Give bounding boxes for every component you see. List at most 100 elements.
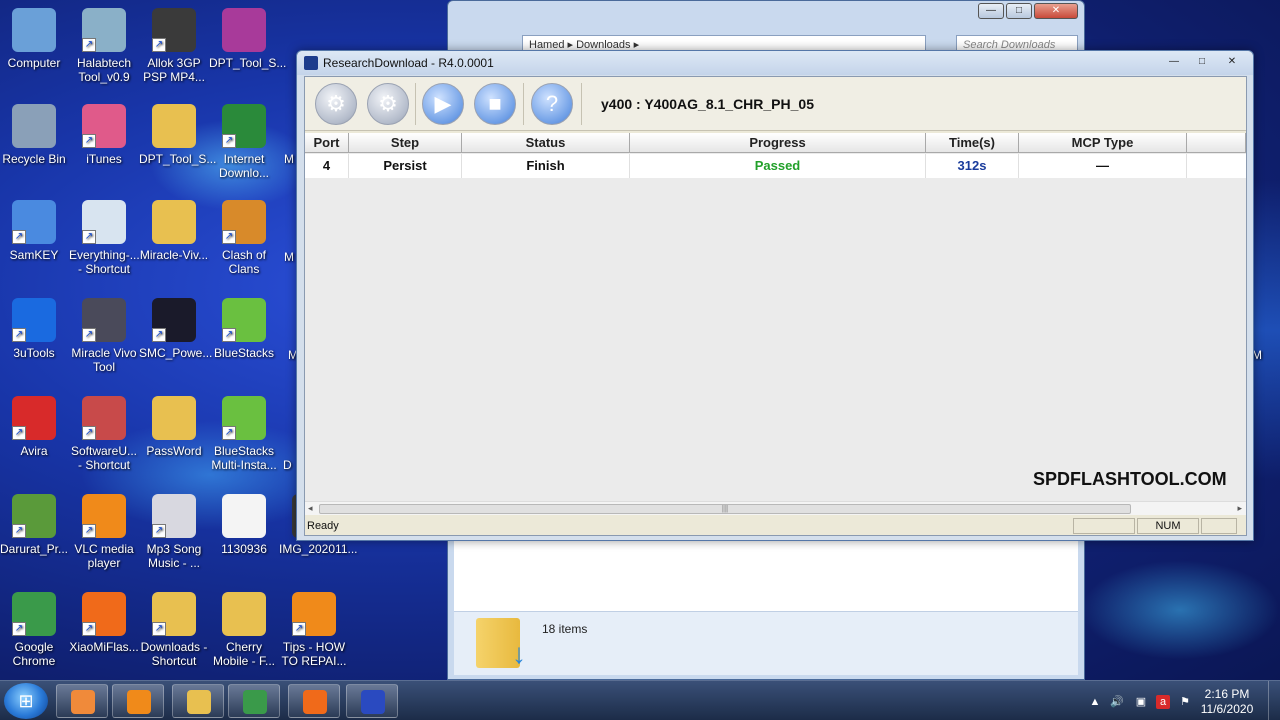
desktop-icon[interactable]: DPT_Tool_S... — [139, 104, 216, 166]
explorer-file-area[interactable] — [454, 539, 1078, 611]
clock[interactable]: 2:16 PM 11/6/2020 — [1192, 687, 1262, 717]
desktop-icon-label: Halabtech Tool_v0.9 — [76, 56, 132, 84]
stop-button[interactable]: ■ — [474, 83, 516, 125]
desktop-icon[interactable]: ↗ VLC media player — [69, 494, 139, 570]
desktop-icon-label: 3uTools — [13, 346, 55, 360]
desktop-icon[interactable]: ↗ Everything-... - Shortcut — [69, 200, 140, 276]
scrollbar-thumb[interactable]: ||| — [319, 504, 1131, 514]
desktop-icon[interactable]: Miracle-Viv... — [139, 200, 209, 262]
desktop-icon[interactable]: ↗ Downloads - Shortcut — [139, 592, 209, 668]
desktop-icon[interactable]: ↗ iTunes — [69, 104, 139, 166]
desktop-icon-label: IMG_202011... — [279, 542, 358, 556]
status-pane — [1201, 518, 1237, 534]
desktop-icon[interactable]: ↗ Darurat_Pr... — [0, 494, 69, 556]
toolbar-separator — [415, 83, 416, 125]
desktop-icon[interactable]: ↗ Avira — [0, 396, 69, 458]
multi-settings-button[interactable]: ⚙ — [367, 83, 409, 125]
toolbar-separator — [523, 83, 524, 125]
close-button[interactable]: ✕ — [1217, 55, 1247, 71]
start-button[interactable]: ⊞ — [4, 683, 48, 719]
desktop-icon[interactable]: ↗ BlueStacks Multi-Insta... — [209, 396, 279, 472]
taskbar-item[interactable] — [56, 684, 108, 718]
desktop-icon[interactable]: ↗ BlueStacks — [209, 298, 279, 360]
avira-tray-icon[interactable]: a — [1156, 695, 1170, 709]
scroll-right-icon[interactable]: ▸ — [1237, 503, 1242, 514]
network-icon[interactable]: ▣ — [1134, 695, 1148, 709]
desktop-icon[interactable]: ↗ Miracle Vivo Tool — [69, 298, 139, 374]
clock-date: 11/6/2020 — [1200, 702, 1254, 716]
shortcut-arrow-icon: ↗ — [152, 524, 166, 538]
desktop-icon[interactable]: ↗ 3uTools — [0, 298, 69, 360]
column-header-status[interactable]: Status — [462, 133, 630, 153]
vlc-icon: ↗ — [82, 494, 126, 538]
taskbar-item[interactable] — [112, 684, 164, 718]
clash-of-clans-icon: ↗ — [222, 200, 266, 244]
port-grid[interactable]: Port Step Status Progress Time(s) MCP Ty… — [305, 133, 1246, 501]
start-button[interactable]: ▶ — [422, 83, 464, 125]
research-download-window[interactable]: ResearchDownload - R4.0.0001 — □ ✕ ⚙ ⚙ ▶… — [296, 50, 1254, 541]
volume-icon[interactable]: 🔊 — [1110, 695, 1124, 709]
cell-port: 4 — [305, 154, 349, 178]
desktop-icon[interactable]: ↗ Tips - HOW TO REPAI... — [279, 592, 349, 668]
horizontal-scrollbar[interactable]: ◂ ||| ▸ — [305, 501, 1246, 515]
taskbar-item[interactable] — [172, 684, 224, 718]
desktop-icon[interactable]: ↗ Internet Downlo... — [209, 104, 279, 180]
show-desktop-button[interactable] — [1268, 681, 1280, 720]
desktop-icon[interactable]: ↗ XiaoMiFlas... — [69, 592, 139, 654]
maximize-button[interactable]: □ — [1006, 3, 1032, 19]
desktop-icon-label: DPT_Tool_S... — [209, 56, 287, 70]
minimize-button[interactable]: — — [978, 3, 1004, 19]
column-header-progress[interactable]: Progress — [630, 133, 926, 153]
desktop-icon-label: iTunes — [86, 152, 122, 166]
column-header-empty — [1187, 133, 1246, 153]
desktop-icon-label: XiaoMiFlas... — [69, 640, 139, 654]
cell-mcp-type: — — [1019, 154, 1187, 178]
desktop-icon[interactable]: PassWord — [139, 396, 209, 458]
column-header-mcp-type[interactable]: MCP Type — [1019, 133, 1187, 153]
folder-icon — [152, 396, 196, 440]
shortcut-arrow-icon: ↗ — [292, 622, 306, 636]
desktop-icon[interactable]: ↗ SoftwareU... - Shortcut — [69, 396, 139, 472]
desktop-icon[interactable]: ↗ SMC_Powe... — [139, 298, 212, 360]
close-button[interactable]: ✕ — [1034, 3, 1078, 19]
action-center-icon[interactable]: ⚑ — [1178, 695, 1192, 709]
desktop-icon[interactable]: ↗ Halabtech Tool_v0.9 — [69, 8, 139, 84]
desktop-icon[interactable]: Computer — [0, 8, 69, 70]
maximize-button[interactable]: □ — [1189, 55, 1215, 71]
column-header-step[interactable]: Step — [349, 133, 462, 153]
column-header-time[interactable]: Time(s) — [926, 133, 1019, 153]
desktop-icon[interactable]: Cherry Mobile - F... — [209, 592, 279, 668]
window-controls: — □ ✕ — [1161, 55, 1247, 71]
recycle-bin-icon — [12, 104, 56, 148]
xiaomi-icon — [303, 690, 327, 714]
show-hidden-icons-icon[interactable]: ▲ — [1088, 695, 1102, 709]
desktop-icon[interactable]: ↗ SamKEY — [0, 200, 69, 262]
desktop-icon[interactable]: ↗ Allok 3GP PSP MP4... — [139, 8, 209, 84]
desktop-icon[interactable]: ↗ Mp3 Song Music - ... — [139, 494, 209, 570]
clock-time: 2:16 PM — [1204, 687, 1250, 701]
desktop-icon[interactable]: Recycle Bin — [0, 104, 69, 166]
desktop-icon[interactable]: 1130936 — [209, 494, 279, 556]
taskbar-item[interactable] — [228, 684, 280, 718]
desktop-icon[interactable]: ↗ Clash of Clans — [209, 200, 279, 276]
halabtech-icon: ↗ — [82, 8, 126, 52]
research-download-icon — [361, 690, 385, 714]
scroll-left-icon[interactable]: ◂ — [308, 503, 313, 514]
settings-button[interactable]: ⚙ — [315, 83, 357, 125]
minimize-button[interactable]: — — [1161, 55, 1187, 71]
table-row[interactable]: 4 Persist Finish Passed 312s — — [305, 154, 1246, 178]
desktop-icon[interactable]: ↗ Google Chrome — [0, 592, 69, 668]
desktop-icon-label: VLC media player — [74, 542, 134, 570]
help-button[interactable]: ? — [531, 83, 573, 125]
taskbar-item[interactable] — [288, 684, 340, 718]
column-header-port[interactable]: Port — [305, 133, 349, 153]
winrar-icon — [222, 8, 266, 52]
allok-icon: ↗ — [152, 8, 196, 52]
title-bar[interactable]: ResearchDownload - R4.0.0001 — □ ✕ — [297, 51, 1253, 75]
taskbar-item[interactable] — [346, 684, 398, 718]
shortcut-arrow-icon: ↗ — [12, 524, 26, 538]
desktop-icon-label: SoftwareU... - Shortcut — [70, 444, 138, 472]
cell-status: Finish — [462, 154, 630, 178]
folder-icon — [152, 104, 196, 148]
desktop-icon[interactable]: DPT_Tool_S... — [209, 8, 287, 70]
